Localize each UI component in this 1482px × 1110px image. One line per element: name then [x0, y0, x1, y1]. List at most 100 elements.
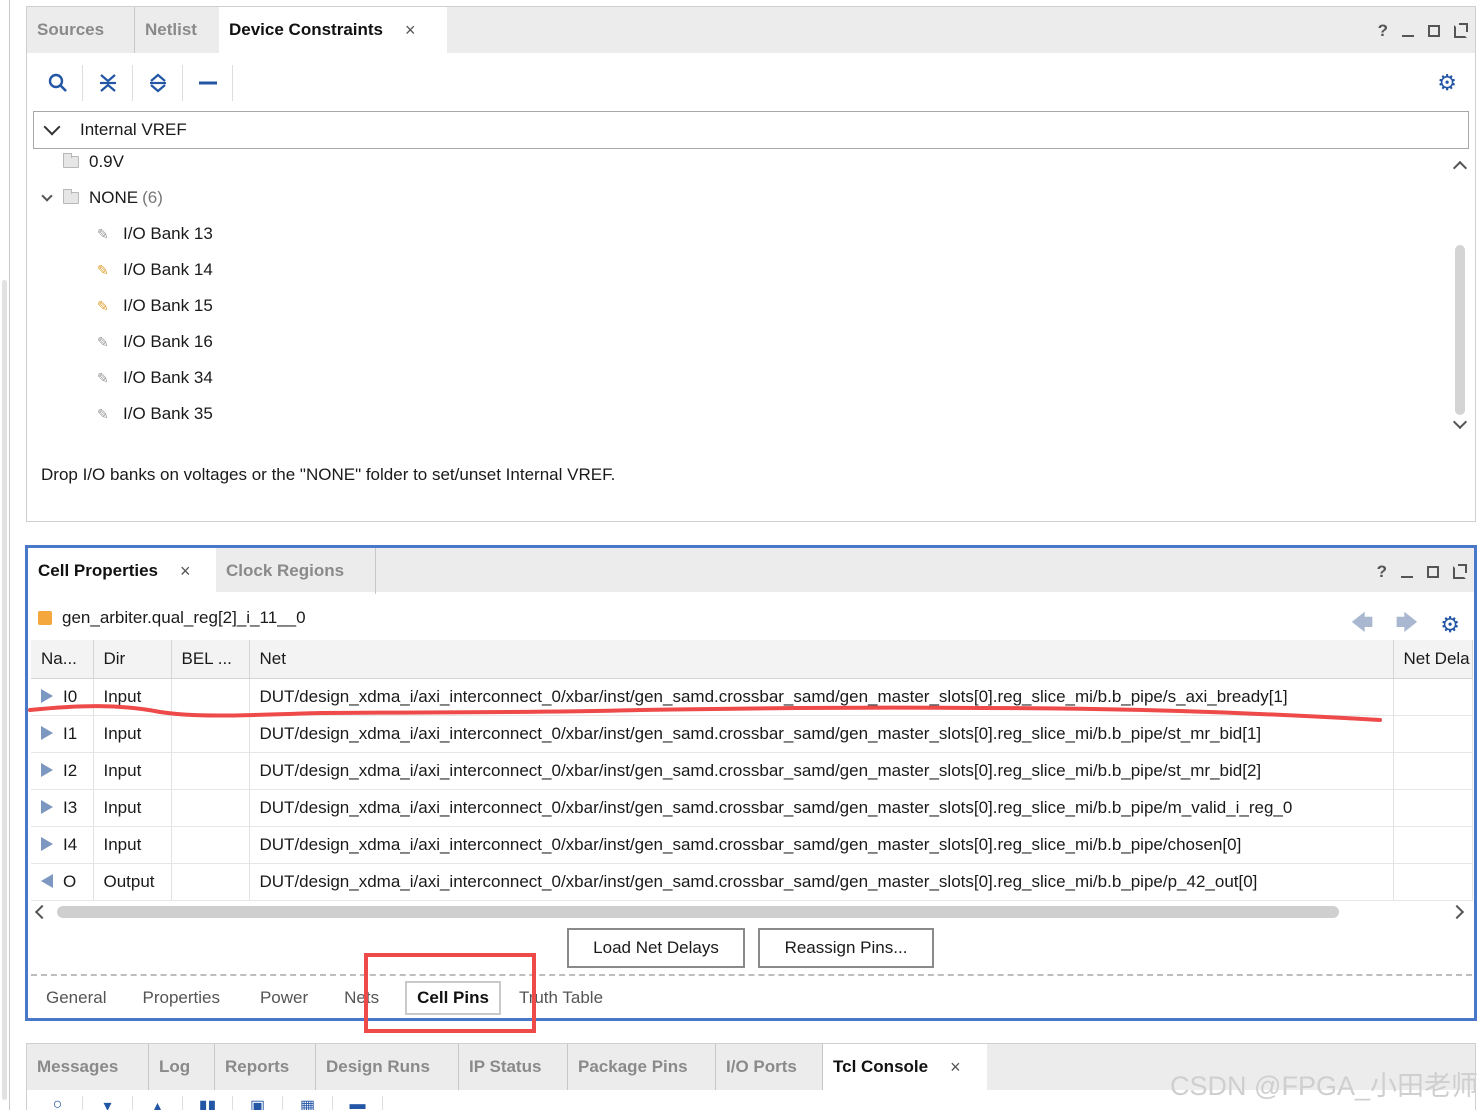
device-constraints-panel: Sources Netlist Device Constraints × ? ⚙…: [26, 6, 1476, 522]
subtab-power[interactable]: Power: [238, 988, 326, 1008]
output-pin-icon: [41, 873, 53, 888]
chevron-down-icon[interactable]: [41, 189, 53, 202]
cell-pins-table: Na... Dir BEL ... Net Net Dela I0 Input …: [31, 640, 1473, 901]
tree-node-io-bank[interactable]: ✎ I/O Bank 35: [97, 396, 213, 432]
table-row[interactable]: I0 Input DUT/design_xdma_i/axi_interconn…: [31, 678, 1473, 716]
pin-name-cell: I4: [31, 826, 94, 864]
tree-node-io-bank[interactable]: ✎ I/O Bank 14: [97, 252, 213, 288]
tab-package-pins[interactable]: Package Pins: [568, 1044, 716, 1090]
search-button[interactable]: [33, 65, 83, 101]
tree-node-io-bank[interactable]: ✎ I/O Bank 15: [97, 288, 213, 324]
tab-reports[interactable]: Reports: [215, 1044, 316, 1090]
folder-icon: [63, 189, 79, 204]
expand-all-icon[interactable]: ▴: [133, 1096, 183, 1110]
tree-vertical-scrollbar[interactable]: [1451, 157, 1469, 437]
table-horizontal-scrollbar[interactable]: [31, 902, 1472, 922]
search-icon[interactable]: ○: [33, 1096, 83, 1110]
scrollbar-thumb[interactable]: [1455, 245, 1465, 415]
close-tab-icon[interactable]: ×: [405, 20, 416, 41]
column-header-net[interactable]: Net: [249, 640, 1394, 679]
tree-header-internal-vref[interactable]: Internal VREF: [33, 111, 1469, 149]
float-window-icon[interactable]: [1454, 22, 1468, 38]
pin-name-cell: O: [31, 863, 94, 901]
reassign-pins-button[interactable]: Reassign Pins...: [758, 928, 934, 968]
top-toolbar: ⚙: [27, 59, 1475, 107]
pin-bel-cell: [171, 752, 250, 790]
chevron-down-icon[interactable]: [43, 118, 61, 136]
tree-node-0.9v[interactable]: 0.9V: [63, 144, 124, 180]
help-icon[interactable]: ?: [1378, 21, 1388, 41]
chevron-left-icon[interactable]: [34, 904, 50, 920]
tree-node-io-bank[interactable]: ✎ I/O Bank 16: [97, 324, 213, 360]
tab-io-ports[interactable]: I/O Ports: [716, 1044, 823, 1090]
top-tabbar: Sources Netlist Device Constraints × ?: [27, 7, 1475, 53]
maximize-icon[interactable]: [1428, 25, 1440, 37]
chevron-right-icon[interactable]: [1449, 904, 1465, 920]
tab-design-runs[interactable]: Design Runs: [316, 1044, 459, 1090]
close-tab-icon[interactable]: ×: [180, 561, 191, 582]
collapse-all-icon: [99, 74, 116, 92]
chevron-up-icon[interactable]: [1452, 160, 1468, 176]
tab-device-constraints[interactable]: Device Constraints ×: [219, 7, 447, 53]
scrollbar-thumb[interactable]: [57, 906, 1339, 918]
tree-node-label: 0.9V: [89, 152, 124, 171]
subtab-nets[interactable]: Nets: [326, 988, 397, 1008]
delete-icon[interactable]: ▬: [333, 1096, 383, 1110]
tab-netlist[interactable]: Netlist: [135, 7, 229, 53]
tab-sources[interactable]: Sources: [27, 7, 135, 53]
column-header-dir[interactable]: Dir: [93, 640, 172, 679]
tree-node-label: I/O Bank 13: [123, 224, 213, 243]
save-icon[interactable]: ▣: [233, 1096, 283, 1110]
io-bank-icon: ✎: [97, 405, 109, 422]
float-window-icon[interactable]: [1453, 563, 1467, 579]
load-net-delays-button[interactable]: Load Net Delays: [567, 928, 745, 968]
tab-messages[interactable]: Messages: [27, 1044, 149, 1090]
tree-node-io-bank[interactable]: ✎ I/O Bank 34: [97, 360, 213, 396]
table-row[interactable]: I3 Input DUT/design_xdma_i/axi_interconn…: [31, 789, 1473, 827]
remove-button[interactable]: [183, 65, 233, 101]
subtab-properties[interactable]: Properties: [124, 988, 237, 1008]
tab-log[interactable]: Log: [149, 1044, 215, 1090]
subtab-truth-table[interactable]: Truth Table: [509, 988, 621, 1008]
help-icon[interactable]: ?: [1377, 562, 1387, 582]
io-bank-warning-icon: ✎: [97, 297, 109, 314]
settings-gear-icon[interactable]: ⚙: [1437, 70, 1457, 96]
forward-arrow-icon[interactable]: 🡆: [1396, 606, 1419, 644]
tree-node-io-bank[interactable]: ✎ I/O Bank 13: [97, 216, 213, 252]
settings-gear-icon[interactable]: ⚙: [1440, 612, 1460, 638]
tree-node-count: (6): [142, 188, 163, 207]
tab-ip-status[interactable]: IP Status: [459, 1044, 568, 1090]
left-scrollbar[interactable]: [2, 280, 7, 1100]
chevron-down-icon[interactable]: [1452, 414, 1468, 430]
input-pin-icon: [41, 762, 53, 777]
column-header-bel[interactable]: BEL ...: [171, 640, 250, 679]
column-header-name[interactable]: Na...: [31, 640, 94, 679]
maximize-icon[interactable]: [1427, 566, 1439, 578]
column-header-net-delay[interactable]: Net Dela: [1393, 640, 1473, 679]
table-row[interactable]: I2 Input DUT/design_xdma_i/axi_interconn…: [31, 752, 1473, 790]
table-row[interactable]: O Output DUT/design_xdma_i/axi_interconn…: [31, 863, 1473, 901]
minimize-icon[interactable]: [1402, 35, 1414, 37]
table-row[interactable]: I1 Input DUT/design_xdma_i/axi_interconn…: [31, 715, 1473, 753]
tab-cell-properties[interactable]: Cell Properties ×: [28, 548, 216, 594]
subtab-general[interactable]: General: [38, 988, 124, 1008]
pin-net-cell: DUT/design_xdma_i/axi_interconnect_0/xba…: [249, 826, 1394, 864]
tab-clock-regions[interactable]: Clock Regions: [216, 548, 376, 594]
close-tab-icon[interactable]: ×: [950, 1057, 961, 1078]
tree-node-label: I/O Bank 16: [123, 332, 213, 351]
pause-icon[interactable]: ▮▮: [183, 1096, 233, 1110]
collapse-all-button[interactable]: [83, 65, 133, 101]
top-window-controls: ?: [1378, 21, 1468, 41]
property-subtabs: General Properties Power Nets Cell Pins …: [38, 980, 621, 1016]
collapse-all-icon[interactable]: ▾: [83, 1096, 133, 1110]
table-row[interactable]: I4 Input DUT/design_xdma_i/axi_interconn…: [31, 826, 1473, 864]
expand-all-button[interactable]: [133, 65, 183, 101]
minimize-icon[interactable]: [1401, 576, 1413, 578]
table-icon[interactable]: ▦: [283, 1096, 333, 1110]
back-arrow-icon[interactable]: 🡄: [1351, 606, 1374, 644]
tab-tcl-console[interactable]: Tcl Console ×: [823, 1044, 987, 1090]
subtab-cell-pins[interactable]: Cell Pins: [405, 981, 501, 1015]
tree-header-label: Internal VREF: [80, 120, 187, 139]
pin-name-cell: I2: [31, 752, 94, 790]
tree-node-none[interactable]: NONE (6): [41, 180, 163, 216]
